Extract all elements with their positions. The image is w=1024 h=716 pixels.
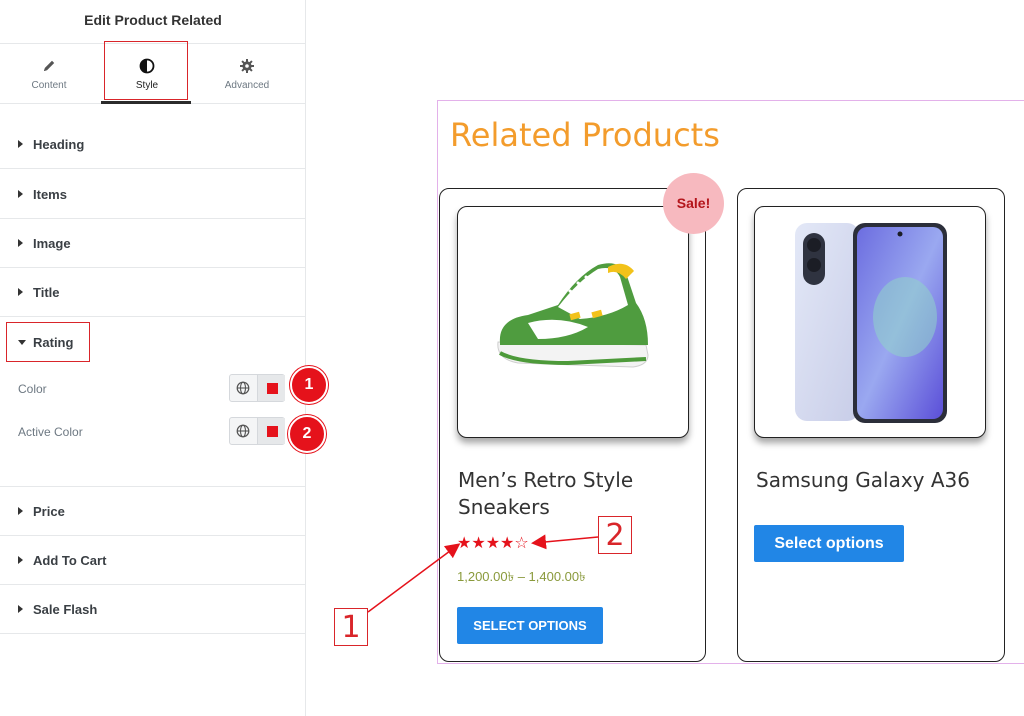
active-tab-underline (101, 101, 191, 104)
section-image[interactable]: Image (0, 219, 306, 268)
color-swatch-button[interactable] (257, 375, 285, 401)
section-heading[interactable]: Heading (0, 120, 306, 169)
caret-right-icon (18, 140, 23, 148)
price-range: 1,200.00৳ – 1,400.00৳ (457, 569, 586, 584)
rating-highlight (6, 322, 90, 362)
caret-right-icon (18, 605, 23, 613)
active-color-picker[interactable] (229, 417, 285, 445)
section-label: Sale Flash (33, 602, 98, 617)
color-swatch (267, 383, 278, 394)
star-filled-icon: ★ (457, 533, 472, 552)
star-filled-icon: ★ (485, 533, 501, 552)
tab-content[interactable]: Content (4, 44, 94, 102)
section-sale-flash[interactable]: Sale Flash (0, 585, 306, 634)
tab-content-label: Content (31, 80, 67, 91)
section-label: Heading (33, 137, 85, 152)
caret-right-icon (18, 507, 23, 515)
product-card (737, 188, 1005, 662)
gear-icon (240, 59, 254, 73)
caret-right-icon (18, 288, 23, 296)
star-empty-icon: ☆ (514, 533, 529, 552)
section-label: Image (33, 236, 71, 251)
active-color-label: Active Color (18, 425, 83, 439)
product-title[interactable]: Men’s Retro Style Sneakers (458, 467, 698, 521)
pencil-icon (44, 60, 55, 71)
caret-right-icon (18, 190, 23, 198)
caret-right-icon (18, 239, 23, 247)
panel-title: Edit Product Related (0, 0, 306, 44)
section-title[interactable]: Title (0, 268, 306, 317)
style-tab-highlight (104, 41, 188, 100)
section-label: Add To Cart (33, 553, 107, 568)
product-image-frame[interactable] (754, 206, 986, 438)
badge-2: 2 (288, 415, 326, 453)
section-add-to-cart[interactable]: Add To Cart (0, 536, 306, 585)
product-title[interactable]: Samsung Galaxy A36 (756, 467, 996, 494)
phone-image (795, 223, 947, 423)
section-label: Title (33, 285, 60, 300)
section-items[interactable]: Items (0, 170, 306, 219)
badge-1: 1 (290, 366, 328, 404)
tab-advanced[interactable]: Advanced (202, 44, 292, 102)
active-color-swatch (267, 426, 278, 437)
star-filled-icon: ★ (500, 533, 515, 552)
active-color-swatch-button[interactable] (257, 418, 285, 444)
globe-icon (236, 381, 250, 395)
star-rating: ★★★★☆ (457, 533, 529, 552)
sneaker-image (497, 263, 649, 368)
callout-2: 2 (598, 516, 632, 554)
product-card (439, 188, 706, 662)
product-image-frame[interactable] (457, 206, 689, 438)
callout-1: 1 (334, 608, 368, 646)
tab-advanced-label: Advanced (224, 80, 270, 91)
sale-badge: Sale! (663, 173, 724, 234)
select-options-button[interactable]: Select options (754, 525, 904, 562)
editor-panel: Edit Product Related Content Style Advan… (0, 0, 328, 716)
color-picker[interactable] (229, 374, 285, 402)
caret-right-icon (18, 556, 23, 564)
select-options-button[interactable]: SELECT OPTIONS (457, 607, 603, 644)
color-label: Color (18, 382, 47, 396)
related-products-heading: Related Products (450, 116, 720, 154)
star-filled-icon: ★ (471, 533, 486, 552)
section-label: Items (33, 187, 67, 202)
section-price[interactable]: Price (0, 487, 306, 536)
section-label: Price (33, 504, 65, 519)
globe-icon (236, 424, 250, 438)
